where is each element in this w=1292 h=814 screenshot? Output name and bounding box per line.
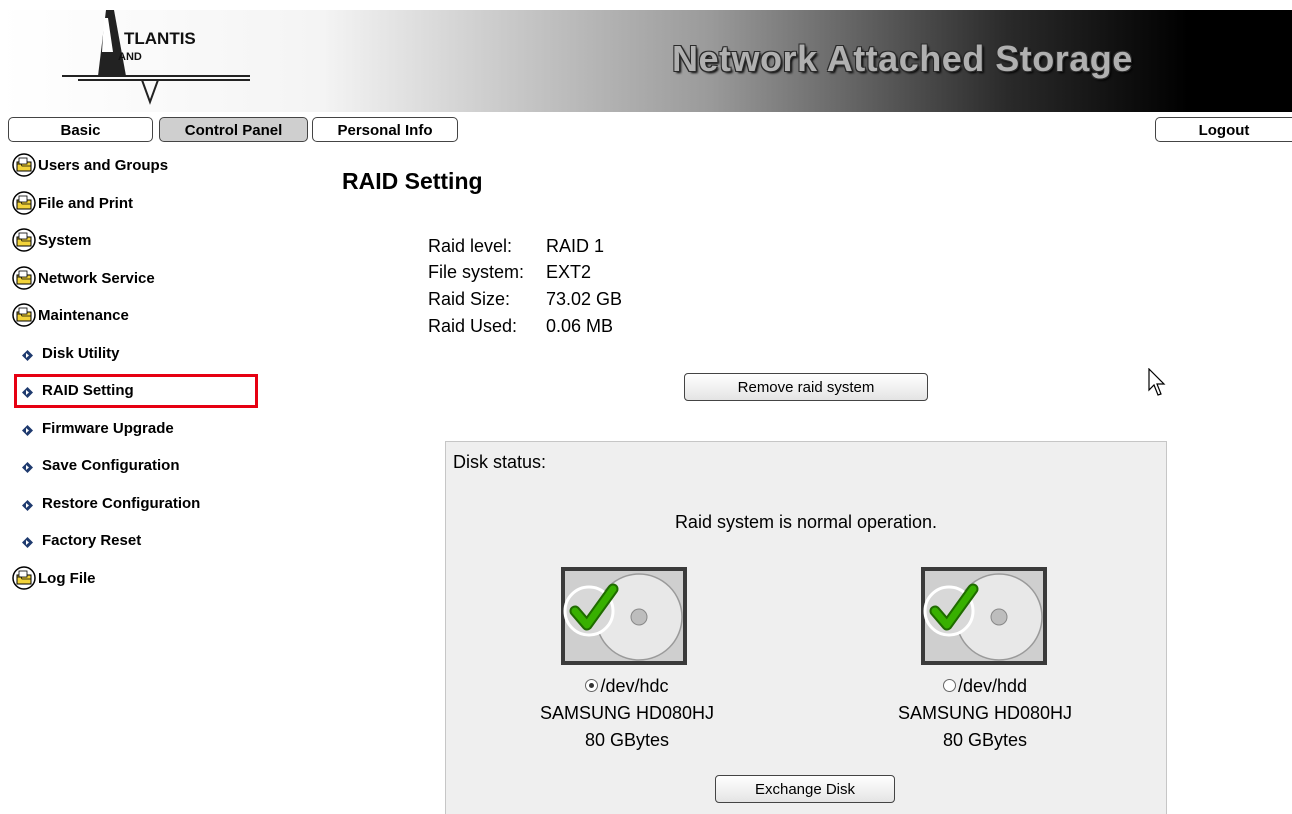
svg-text:AND: AND — [118, 51, 142, 63]
raid-level-value: RAID 1 — [546, 236, 605, 256]
banner-title: Network Attached Storage — [672, 38, 1133, 79]
raid-size-label: Raid Size: — [428, 289, 511, 309]
sidebar-item-system[interactable]: System — [12, 226, 91, 254]
folder-icon — [12, 566, 36, 590]
sidebar-item-label: Save Configuration — [42, 456, 180, 474]
raid-used-value: 0.06 MB — [546, 316, 614, 336]
sidebar-item-file-and-print[interactable]: File and Print — [12, 189, 133, 217]
sidebar-item-label: Log File — [38, 569, 96, 587]
sidebar-item-label: Factory Reset — [42, 531, 142, 549]
sidebar-item-users-and-groups[interactable]: Users and Groups — [12, 151, 168, 179]
disk-hdc-device: /dev/hdc — [600, 676, 669, 696]
raid-used-label: Raid Used: — [428, 316, 518, 336]
bullet-icon — [22, 460, 33, 473]
sidebar-item-network-service[interactable]: Network Service — [12, 264, 155, 292]
sidebar-item-save-configuration[interactable]: Save Configuration — [12, 451, 180, 479]
bullet-icon — [22, 535, 33, 548]
disk-hdd-size: 80 GBytes — [942, 730, 1028, 750]
header-banner: TLANTIS AND Network Attached Storage — [0, 10, 1292, 112]
sidebar-item-firmware-upgrade[interactable]: Firmware Upgrade — [12, 414, 174, 442]
remove-raid-button[interactable]: Remove raid system — [684, 373, 928, 401]
folder-icon — [12, 266, 36, 290]
disk-hdd-row[interactable]: /dev/hdd — [855, 673, 1115, 700]
raid-size-value: 73.02 GB — [546, 289, 623, 309]
selection-highlight — [14, 374, 258, 408]
atlantis-logo: TLANTIS AND — [62, 10, 250, 105]
disk-hdc-model: SAMSUNG HD080HJ — [539, 703, 715, 723]
sidebar-item-label: System — [38, 231, 92, 249]
mouse-cursor-icon — [1148, 368, 1166, 396]
disk-hdc-radio[interactable] — [585, 678, 599, 692]
sidebar-item-label: Users and Groups — [38, 156, 169, 174]
sidebar-item-disk-utility[interactable]: Disk Utility — [12, 339, 120, 367]
file-system-row: File system: EXT2 — [428, 262, 591, 283]
file-system-value: EXT2 — [546, 262, 592, 282]
page-title: RAID Setting — [342, 168, 483, 194]
tab-basic[interactable]: Basic — [8, 117, 153, 142]
folder-icon — [12, 228, 36, 252]
tab-personal-info[interactable]: Personal Info — [312, 117, 458, 142]
file-system-label: File system: — [428, 262, 525, 282]
bullet-icon — [22, 423, 33, 436]
sidebar-item-restore-configuration[interactable]: Restore Configuration — [12, 489, 200, 517]
raid-used-row: Raid Used: 0.06 MB — [428, 316, 613, 337]
tab-control-panel[interactable]: Control Panel — [159, 117, 308, 142]
raid-size-row: Raid Size: 73.02 GB — [428, 289, 622, 310]
disk-hdc-row[interactable]: /dev/hdc — [497, 673, 757, 700]
sidebar-item-label: Maintenance — [38, 306, 129, 324]
disk-status-panel — [445, 441, 1167, 814]
disk-hdc-info: /dev/hdc SAMSUNG HD080HJ 80 GBytes — [497, 673, 757, 754]
sidebar-item-log-file[interactable]: Log File — [12, 564, 96, 592]
folder-icon — [12, 303, 36, 327]
disk-ok-icon — [921, 567, 1047, 665]
sidebar-item-label: File and Print — [38, 194, 134, 212]
disk-hdd-device: /dev/hdd — [957, 676, 1028, 696]
bullet-icon — [22, 348, 33, 361]
exchange-disk-button[interactable]: Exchange Disk — [715, 775, 895, 803]
sidebar-item-label: Firmware Upgrade — [42, 419, 174, 437]
folder-icon — [12, 191, 36, 215]
disk-hdd-info: /dev/hdd SAMSUNG HD080HJ 80 GBytes — [855, 673, 1115, 754]
folder-icon — [12, 153, 36, 177]
sidebar-item-maintenance[interactable]: Maintenance — [12, 301, 129, 329]
disk-status-message: Raid system is normal operation. — [674, 512, 938, 532]
sidebar-item-label: Restore Configuration — [42, 494, 201, 512]
disk-status-label: Disk status: — [453, 452, 547, 472]
disk-ok-icon — [561, 567, 687, 665]
sidebar-item-factory-reset[interactable]: Factory Reset — [12, 526, 141, 554]
sidebar-item-label: Network Service — [38, 269, 155, 287]
bullet-icon — [22, 498, 33, 511]
sidebar-item-label: Disk Utility — [42, 344, 120, 362]
raid-level-label: Raid level: — [428, 236, 513, 256]
disk-hdd-model: SAMSUNG HD080HJ — [897, 703, 1073, 723]
logout-button[interactable]: Logout — [1155, 117, 1292, 142]
raid-level-row: Raid level: RAID 1 — [428, 236, 604, 257]
disk-hdd-radio[interactable] — [942, 678, 956, 692]
disk-hdc-size: 80 GBytes — [584, 730, 670, 750]
svg-text:TLANTIS: TLANTIS — [124, 29, 196, 48]
